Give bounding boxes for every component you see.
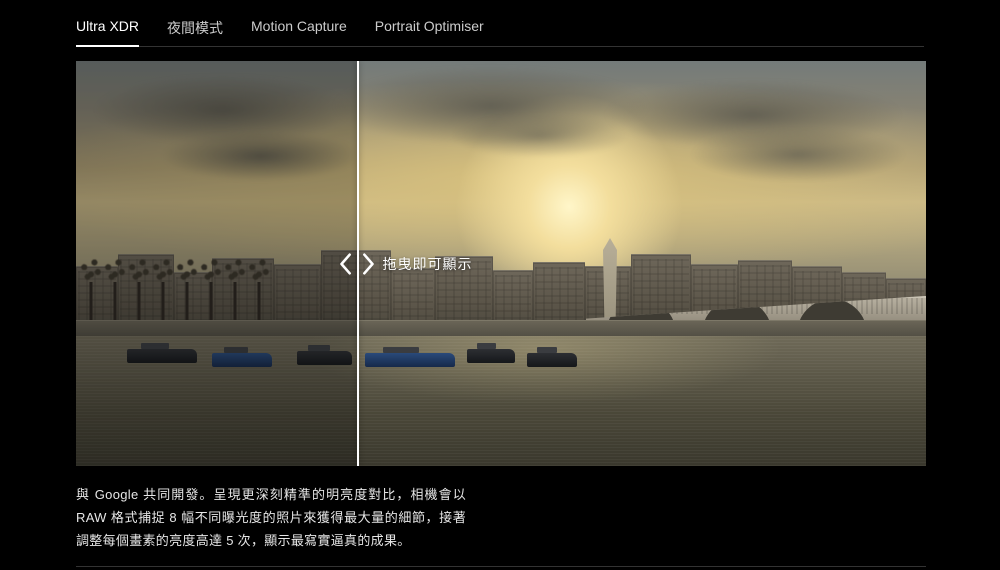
tab-night-mode[interactable]: 夜間模式	[167, 18, 223, 46]
tab-portrait-optimiser[interactable]: Portrait Optimiser	[375, 18, 484, 46]
comparison-image: 拖曳即可顯示	[76, 61, 926, 466]
drag-hint-label: 拖曳即可顯示	[383, 254, 473, 274]
chevron-left-icon	[338, 252, 352, 276]
tab-motion-capture[interactable]: Motion Capture	[251, 18, 347, 46]
drag-handle[interactable]	[338, 252, 376, 276]
feature-tabs: Ultra XDR 夜間模式 Motion Capture Portrait O…	[76, 0, 924, 47]
feature-description: 與 Google 共同開發。呈現更深刻精準的明亮度對比，相機會以 RAW 格式捕…	[76, 484, 466, 552]
chevron-right-icon	[362, 252, 376, 276]
section-divider	[76, 566, 926, 567]
tab-ultra-xdr[interactable]: Ultra XDR	[76, 18, 139, 46]
before-overlay	[76, 61, 357, 466]
